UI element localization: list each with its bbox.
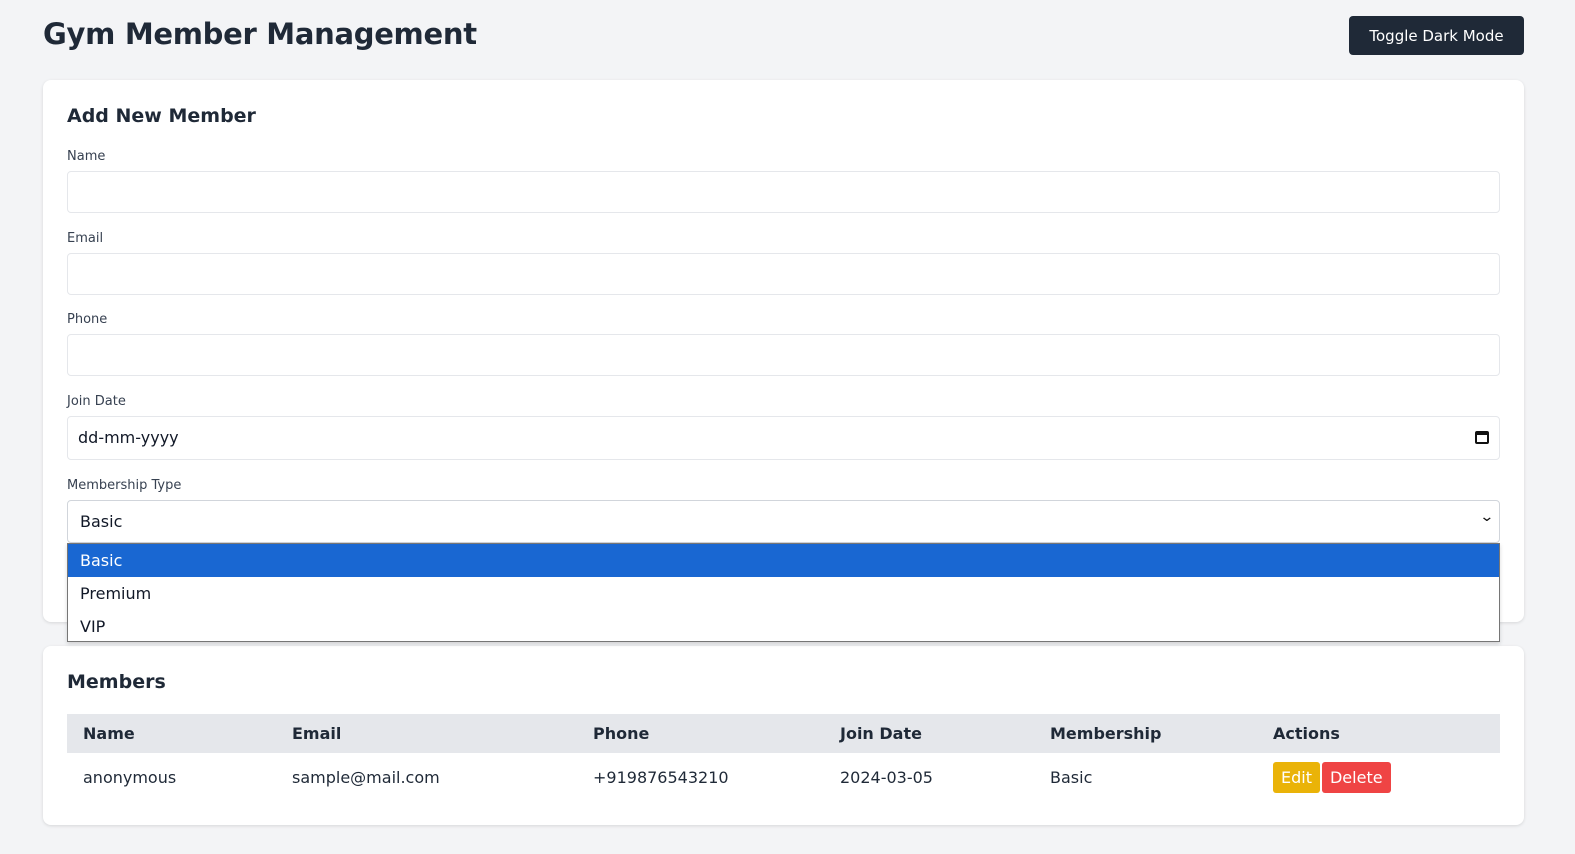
cell-membership: Basic [1050,767,1093,787]
membership-selected-value: Basic [80,512,123,531]
join-date-placeholder: dd-mm-yyyy [78,428,179,447]
chevron-down-icon: ⌄ [1479,509,1495,525]
phone-input[interactable] [67,334,1500,376]
phone-label: Phone [67,312,108,327]
table-row: anonymous sample@mail.com +919876543210 … [67,753,1500,801]
members-title: Members [67,671,166,693]
column-header-actions: Actions [1273,724,1340,743]
name-input[interactable] [67,171,1500,213]
membership-option-premium[interactable]: Premium [68,577,1499,610]
cell-phone: +919876543210 [593,767,729,787]
members-card: Members Name Email Phone Join Date Membe… [43,646,1524,825]
membership-dropdown: Basic Premium VIP [67,543,1500,642]
delete-button[interactable]: Delete [1321,761,1391,793]
membership-select[interactable]: Basic ⌄ [67,500,1500,543]
email-input[interactable] [67,253,1500,295]
column-header-email: Email [292,724,342,743]
membership-label: Membership Type [67,478,182,493]
email-label: Email [67,231,104,246]
column-header-phone: Phone [593,724,650,743]
join-date-label: Join Date [67,394,126,409]
page-header: Gym Member Management Toggle Dark Mode [43,16,1524,56]
column-header-name: Name [83,724,135,743]
edit-button[interactable]: Edit [1273,761,1320,793]
add-member-card: Add New Member Name Email Phone Join Dat… [43,80,1524,622]
members-table: Name Email Phone Join Date Membership Ac… [67,714,1500,801]
cell-email: sample@mail.com [292,767,440,787]
column-header-join-date: Join Date [840,724,922,743]
join-date-input[interactable]: dd-mm-yyyy [67,416,1500,460]
cell-actions: Edit Delete [1257,753,1500,801]
cell-name: anonymous [83,767,177,787]
cell-join-date: 2024-03-05 [840,767,933,787]
toggle-dark-mode-button[interactable]: Toggle Dark Mode [1349,16,1524,55]
table-header-row: Name Email Phone Join Date Membership Ac… [67,714,1500,753]
membership-option-vip[interactable]: VIP [68,610,1499,643]
page-title: Gym Member Management [43,17,477,51]
add-member-title: Add New Member [67,105,256,127]
membership-option-basic[interactable]: Basic [68,544,1499,577]
name-label: Name [67,149,106,164]
calendar-icon[interactable] [1475,431,1489,444]
column-header-membership: Membership [1050,724,1162,743]
